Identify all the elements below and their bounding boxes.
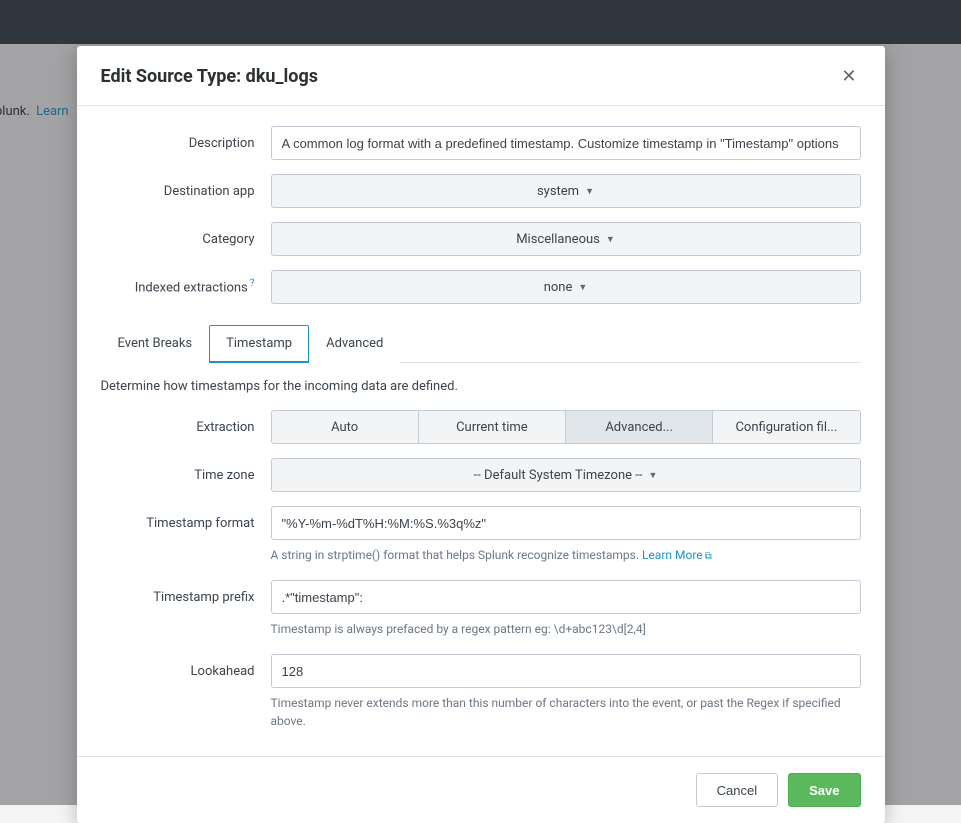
edit-sourcetype-modal: Edit Source Type: dku_logs ✕ Description…	[77, 46, 885, 823]
group-lookahead: Lookahead Timestamp never extends more t…	[101, 654, 861, 730]
label-timezone: Time zone	[101, 468, 271, 483]
row-indexed-extractions: Indexed extractions? none ▼	[101, 270, 861, 304]
label-extraction: Extraction	[101, 420, 271, 435]
row-destination-app: Destination app system ▼	[101, 174, 861, 208]
input-description[interactable]	[271, 126, 861, 160]
row-timezone: Time zone -- Default System Timezone -- …	[101, 458, 861, 492]
help-lookahead: Timestamp never extends more than this n…	[271, 694, 861, 730]
row-category: Category Miscellaneous ▼	[101, 222, 861, 256]
modal-footer: Cancel Save	[77, 756, 885, 823]
dropdown-timezone-value: -- Default System Timezone --	[474, 468, 643, 483]
caret-down-icon: ▼	[606, 234, 615, 245]
tabs: Event Breaks Timestamp Advanced	[101, 324, 861, 363]
caret-down-icon: ▼	[648, 470, 657, 481]
group-timestamp-format: Timestamp format A string in strptime() …	[101, 506, 861, 564]
dropdown-timezone[interactable]: -- Default System Timezone -- ▼	[271, 458, 861, 492]
row-extraction: Extraction Auto Current time Advanced...…	[101, 410, 861, 444]
label-timestamp-format: Timestamp format	[101, 516, 271, 531]
tab-timestamp[interactable]: Timestamp	[209, 325, 309, 363]
app-top-bar	[0, 0, 961, 44]
modal-body: Description Destination app system ▼ Cat…	[77, 106, 885, 756]
seg-advanced[interactable]: Advanced...	[566, 410, 713, 444]
label-lookahead: Lookahead	[101, 664, 271, 679]
close-icon[interactable]: ✕	[837, 64, 860, 89]
input-timestamp-prefix[interactable]	[271, 580, 861, 614]
label-category: Category	[101, 232, 271, 247]
dropdown-indexed-extractions-value: none	[544, 280, 573, 295]
seg-config-file[interactable]: Configuration fil...	[713, 410, 860, 444]
help-icon[interactable]: ?	[250, 278, 255, 289]
group-timestamp-prefix: Timestamp prefix Timestamp is always pre…	[101, 580, 861, 638]
dropdown-destination-app[interactable]: system ▼	[271, 174, 861, 208]
help-timestamp-format: A string in strptime() format that helps…	[271, 546, 861, 564]
modal-header: Edit Source Type: dku_logs ✕	[77, 46, 885, 106]
dropdown-category[interactable]: Miscellaneous ▼	[271, 222, 861, 256]
save-button[interactable]: Save	[788, 773, 860, 807]
label-destination-app: Destination app	[101, 184, 271, 199]
caret-down-icon: ▼	[585, 186, 594, 197]
row-lookahead: Lookahead	[101, 654, 861, 688]
row-description: Description	[101, 126, 861, 160]
row-timestamp-prefix: Timestamp prefix	[101, 580, 861, 614]
tab-event-breaks[interactable]: Event Breaks	[101, 325, 210, 363]
external-link-icon: ⧉	[705, 551, 712, 562]
seg-auto[interactable]: Auto	[271, 410, 419, 444]
cancel-button[interactable]: Cancel	[696, 773, 778, 807]
dropdown-indexed-extractions[interactable]: none ▼	[271, 270, 861, 304]
label-description: Description	[101, 136, 271, 151]
dropdown-category-value: Miscellaneous	[516, 232, 600, 247]
tab-advanced[interactable]: Advanced	[309, 325, 400, 363]
learn-more-link[interactable]: Learn More⧉	[642, 548, 712, 562]
modal-overlay: Edit Source Type: dku_logs ✕ Description…	[0, 44, 961, 805]
help-timestamp-prefix: Timestamp is always prefaced by a regex …	[271, 620, 861, 638]
input-lookahead[interactable]	[271, 654, 861, 688]
seg-current-time[interactable]: Current time	[419, 410, 566, 444]
row-timestamp-format: Timestamp format	[101, 506, 861, 540]
tab-description: Determine how timestamps for the incomin…	[101, 379, 861, 394]
label-indexed-extractions: Indexed extractions?	[101, 278, 271, 295]
caret-down-icon: ▼	[578, 282, 587, 293]
dropdown-destination-app-value: system	[537, 184, 579, 199]
label-timestamp-prefix: Timestamp prefix	[101, 590, 271, 605]
input-timestamp-format[interactable]	[271, 506, 861, 540]
modal-title: Edit Source Type: dku_logs	[101, 66, 318, 87]
segmented-extraction: Auto Current time Advanced... Configurat…	[271, 410, 861, 444]
